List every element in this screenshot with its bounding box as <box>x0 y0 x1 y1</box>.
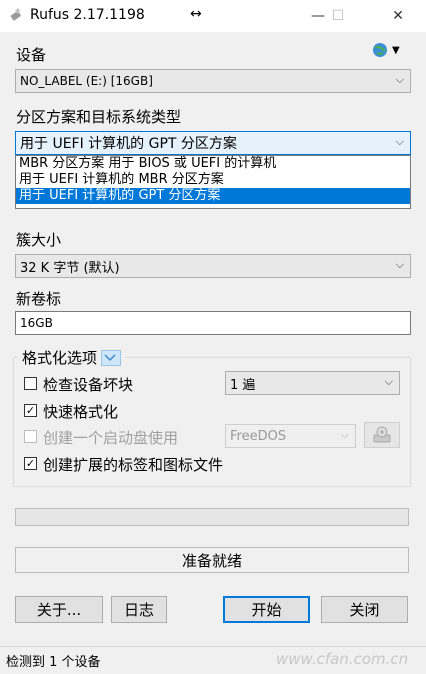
partition-dropdown-list: MBR 分区方案 用于 BIOS 或 UEFI 的计算机 用于 UEFI 计算机… <box>15 155 411 209</box>
chevron-down-icon: ⌵ <box>395 73 404 86</box>
disc-drive-icon <box>372 426 392 444</box>
volume-label-input[interactable]: 16GB <box>15 311 411 335</box>
chevron-down-icon: ⌵ <box>384 375 393 388</box>
check-icon: ✓ <box>25 404 36 417</box>
volume-label: 新卷标 <box>16 290 62 308</box>
dropdown-option[interactable]: 用于 UEFI 计算机的 MBR 分区方案 <box>16 172 410 188</box>
watermark: www.cfan.com.cn <box>276 650 409 668</box>
cluster-select[interactable]: 32 K 字节 (默认) ⌵ <box>15 254 411 278</box>
cluster-label: 簇大小 <box>16 231 62 249</box>
bootable-checkbox[interactable] <box>24 430 37 443</box>
globe-icon <box>372 42 388 58</box>
extended-label-checkbox[interactable]: ✓ <box>24 457 37 470</box>
log-button[interactable]: 日志 <box>111 596 167 623</box>
extended-label-label: 创建扩展的标签和图标文件 <box>43 456 224 474</box>
close-window-button[interactable]: ✕ <box>378 0 418 32</box>
check-bad-blocks-label: 检查设备坏块 <box>43 376 134 394</box>
chevron-down-icon: ⌵ <box>340 428 349 441</box>
quick-format-checkbox[interactable]: ✓ <box>24 404 37 417</box>
bootable-label: 创建一个启动盘使用 <box>43 429 179 447</box>
maximize-button[interactable]: ☐ <box>318 0 358 32</box>
partition-select-value: 用于 UEFI 计算机的 GPT 分区方案 <box>20 136 237 152</box>
partition-label: 分区方案和目标系统类型 <box>16 108 182 126</box>
format-options-label: 格式化选项 <box>22 349 98 367</box>
window-title: Rufus 2.17.1198 <box>30 7 145 23</box>
progress-bar <box>15 508 409 526</box>
statusbar-text: 检测到 1 个设备 <box>6 655 101 670</box>
chevron-down-icon: ⌵ <box>395 135 404 148</box>
device-select-value: NO_LABEL (E:) [16GB] <box>20 74 153 88</box>
app-logo-icon <box>9 7 25 23</box>
status-display: 准备就绪 <box>15 547 409 573</box>
close-button[interactable]: 关闭 <box>321 596 408 623</box>
cluster-select-value: 32 K 字节 (默认) <box>20 260 120 276</box>
format-options-header: 格式化选项 <box>18 347 126 368</box>
passes-select[interactable]: 1 遍 ⌵ <box>225 371 400 395</box>
expand-toggle-icon[interactable] <box>101 349 122 366</box>
select-image-button[interactable] <box>364 422 400 448</box>
start-button[interactable]: 开始 <box>223 596 310 623</box>
dropdown-option[interactable]: MBR 分区方案 用于 BIOS 或 UEFI 的计算机 <box>16 156 410 172</box>
chevron-down-icon: ▼ <box>392 44 400 56</box>
boot-image-select[interactable]: FreeDOS ⌵ <box>225 424 356 448</box>
partition-select[interactable]: 用于 UEFI 计算机的 GPT 分区方案 ⌵ <box>15 131 411 155</box>
check-icon: ✓ <box>25 457 36 470</box>
chevron-down-icon: ⌵ <box>395 258 404 271</box>
quick-format-label: 快速格式化 <box>43 403 119 421</box>
status-text: 准备就绪 <box>181 551 242 570</box>
about-button[interactable]: 关于... <box>15 596 103 623</box>
language-button[interactable]: ▼ <box>372 40 408 60</box>
boot-image-value: FreeDOS <box>230 428 287 444</box>
resize-icon: ↔ <box>190 6 202 22</box>
dropdown-option-selected[interactable]: 用于 UEFI 计算机的 GPT 分区方案 <box>16 188 410 204</box>
passes-select-value: 1 遍 <box>230 377 256 393</box>
device-label: 设备 <box>16 46 47 64</box>
device-select[interactable]: NO_LABEL (E:) [16GB] ⌵ <box>15 69 411 93</box>
check-bad-blocks-checkbox[interactable] <box>24 377 37 390</box>
